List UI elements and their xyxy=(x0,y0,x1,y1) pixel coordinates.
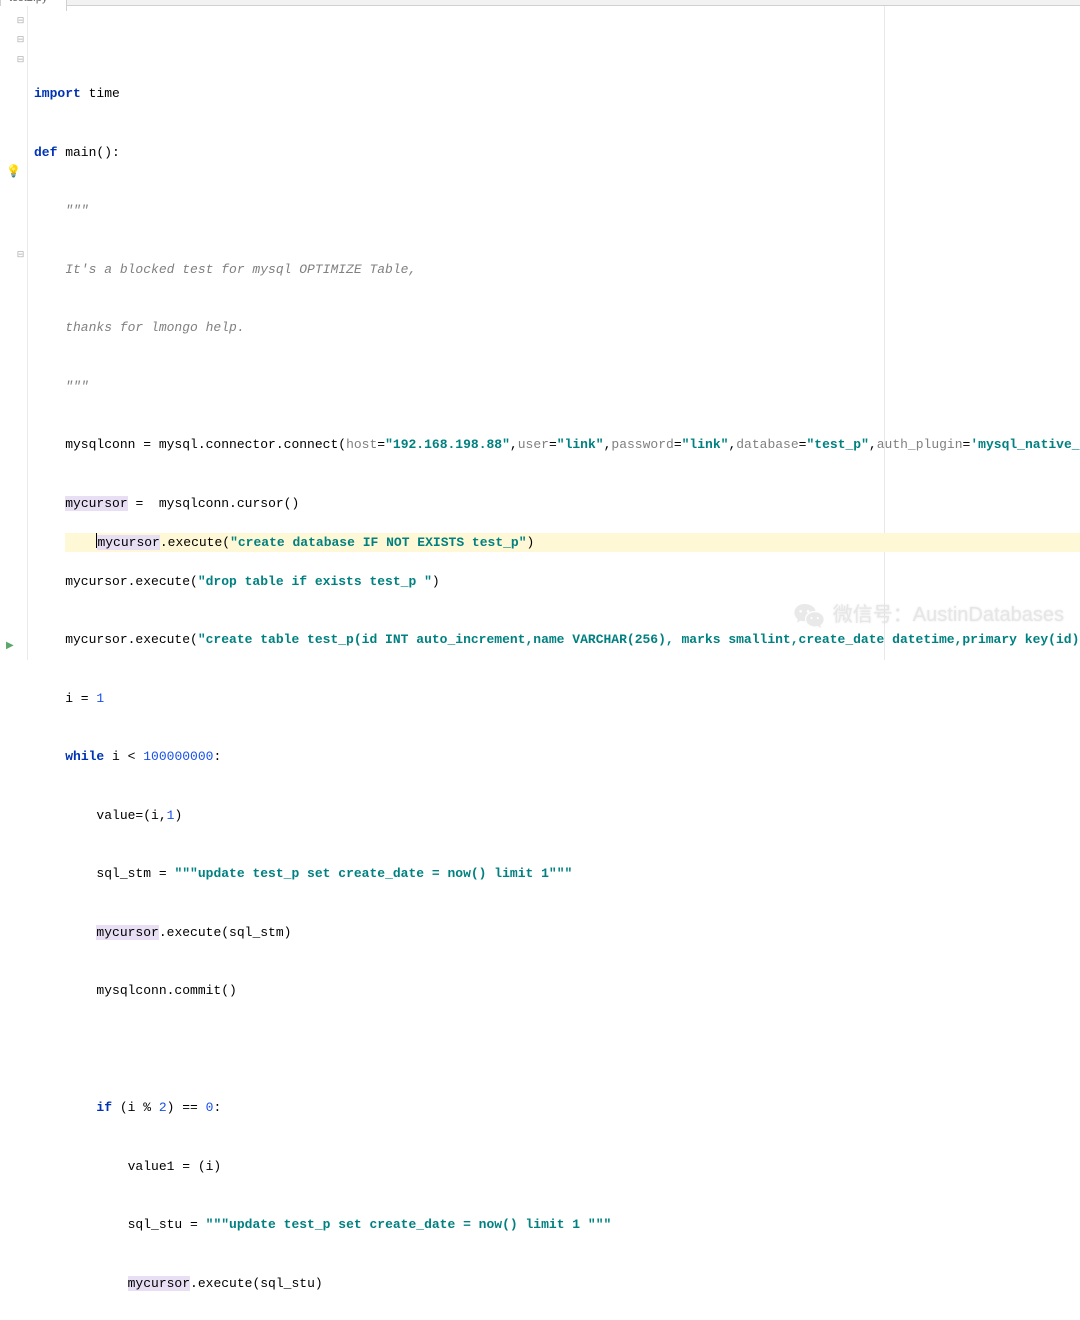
tab-filename: test2.py xyxy=(9,0,48,4)
code-area[interactable]: import time def main(): """ It's a block… xyxy=(28,6,1080,660)
code-editor[interactable]: ⊟ ⊟ ⊟ 💡 ⊟ ▶ import time def main(): """ … xyxy=(0,6,1080,660)
fold-icon[interactable]: ⊟ xyxy=(16,246,25,255)
fold-icon[interactable]: ⊟ xyxy=(16,51,25,60)
lightbulb-icon[interactable]: 💡 xyxy=(6,163,20,177)
gutter: ⊟ ⊟ ⊟ 💡 ⊟ ▶ xyxy=(0,6,28,660)
fold-icon[interactable]: ⊟ xyxy=(16,31,25,40)
run-icon[interactable]: ▶ xyxy=(6,637,20,651)
fold-icon[interactable]: ⊟ xyxy=(16,12,25,21)
